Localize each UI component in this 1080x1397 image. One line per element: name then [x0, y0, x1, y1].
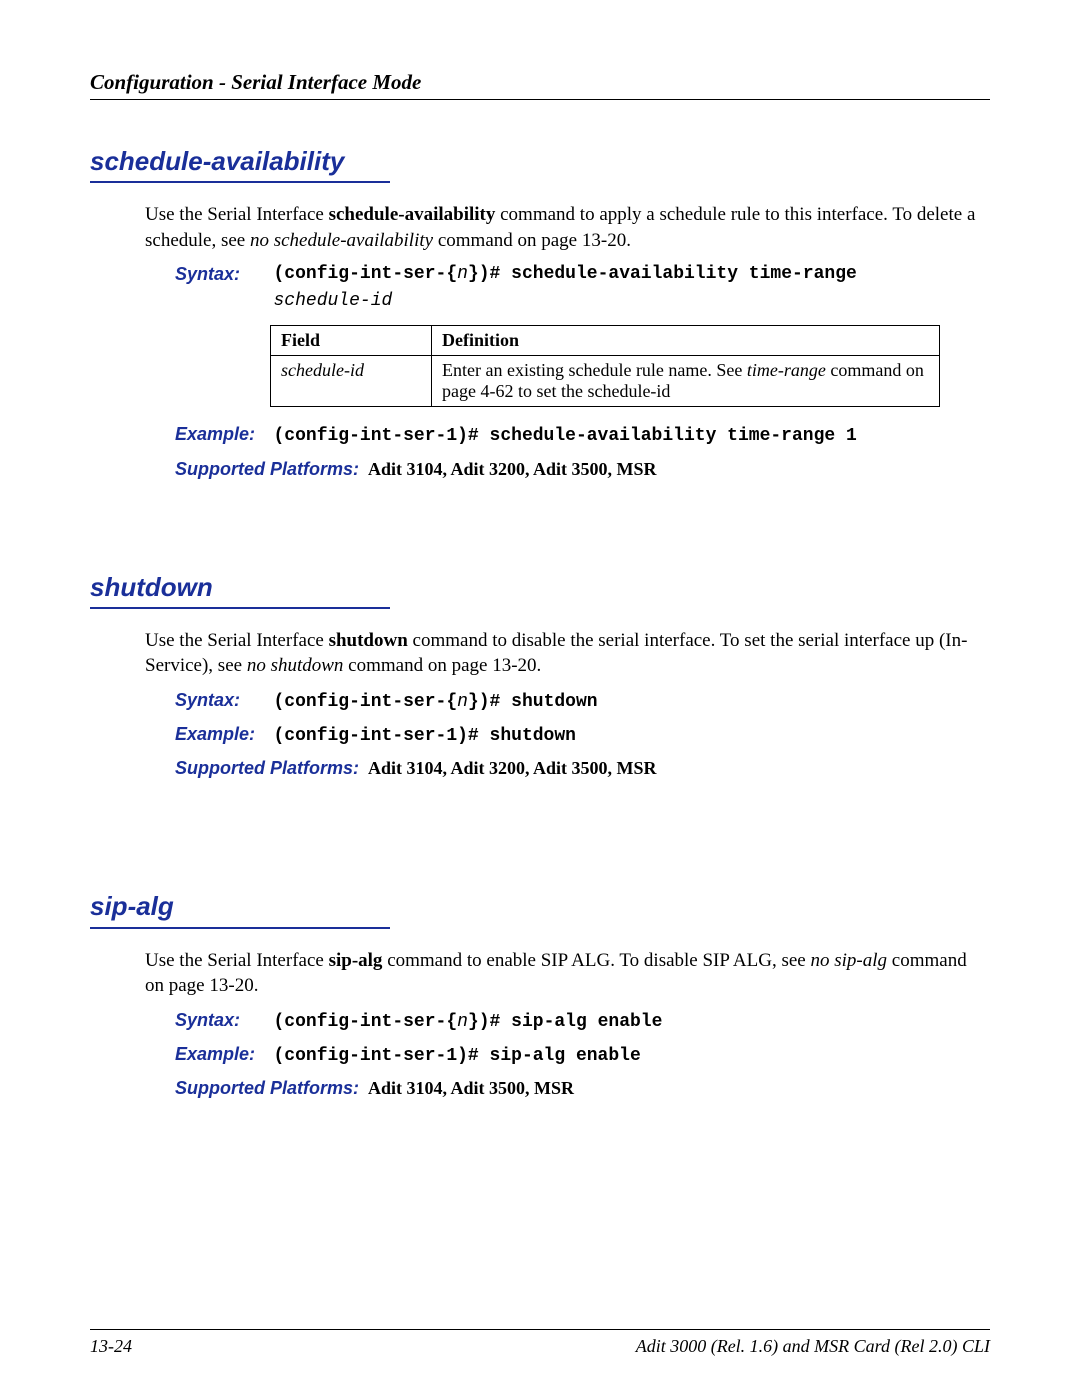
section-description: Use the Serial Interface schedule-availa… [145, 202, 990, 253]
syntax-label: Syntax: [175, 261, 265, 287]
example-text: (config-int-ser-1)# shutdown [274, 726, 576, 746]
section-description: Use the Serial Interface shutdown comman… [145, 628, 990, 679]
header-rule [90, 99, 990, 100]
syntax-label: Syntax: [175, 687, 265, 713]
example-text: (config-int-ser-1)# schedule-availabilit… [274, 426, 857, 446]
parameter-table: Field Definition schedule-id Enter an ex… [270, 325, 940, 407]
platforms-label: Supported Platforms: [175, 1078, 359, 1098]
example-text: (config-int-ser-1)# sip-alg enable [274, 1046, 641, 1066]
platforms-label: Supported Platforms: [175, 758, 359, 778]
table-header-row: Field Definition [271, 326, 940, 356]
footer-line: 13-24 Adit 3000 (Rel. 1.6) and MSR Card … [90, 1336, 990, 1357]
syntax-text: (config-int-ser-{n})# shutdown [274, 692, 598, 712]
section-title: schedule-availability [90, 146, 990, 177]
syntax-text: (config-int-ser-{n})# sip-alg enable [274, 1012, 663, 1032]
section-underline [90, 181, 390, 183]
td-field: schedule-id [271, 356, 432, 407]
page-footer: 13-24 Adit 3000 (Rel. 1.6) and MSR Card … [90, 1329, 990, 1357]
syntax-row: Syntax: (config-int-ser-{n})# schedule-a… [175, 261, 990, 315]
example-label: Example: [175, 721, 265, 747]
section-underline [90, 927, 390, 929]
syntax-row: Syntax: (config-int-ser-{n})# sip-alg en… [175, 1007, 990, 1035]
example-label: Example: [175, 421, 265, 447]
section-title: shutdown [90, 572, 990, 603]
example-row: Example: (config-int-ser-1)# sip-alg ena… [175, 1041, 990, 1069]
platforms-row: Supported Platforms: Adit 3104, Adit 320… [175, 456, 990, 482]
td-definition: Enter an existing schedule rule name. Se… [432, 356, 940, 407]
platforms-row: Supported Platforms: Adit 3104, Adit 320… [175, 755, 990, 781]
syntax-text: (config-int-ser-{n})# schedule-availabil… [274, 261, 857, 315]
example-label: Example: [175, 1041, 265, 1067]
page-header: Configuration - Serial Interface Mode [90, 70, 990, 106]
doc-title: Adit 3000 (Rel. 1.6) and MSR Card (Rel 2… [636, 1336, 990, 1357]
page: Configuration - Serial Interface Mode sc… [0, 0, 1080, 1397]
example-row: Example: (config-int-ser-1)# schedule-av… [175, 421, 990, 449]
example-row: Example: (config-int-ser-1)# shutdown [175, 721, 990, 749]
platforms-label: Supported Platforms: [175, 459, 359, 479]
section-shutdown: shutdown Use the Serial Interface shutdo… [90, 572, 990, 782]
footer-rule [90, 1329, 990, 1330]
table-row: schedule-id Enter an existing schedule r… [271, 356, 940, 407]
section-description: Use the Serial Interface sip-alg command… [145, 948, 990, 999]
syntax-row: Syntax: (config-int-ser-{n})# shutdown [175, 687, 990, 715]
th-field: Field [271, 326, 432, 356]
section-title: sip-alg [90, 891, 990, 922]
platforms-row: Supported Platforms: Adit 3104, Adit 350… [175, 1075, 990, 1101]
th-definition: Definition [432, 326, 940, 356]
header-title: Configuration - Serial Interface Mode [90, 70, 421, 94]
syntax-label: Syntax: [175, 1007, 265, 1033]
section-sip-alg: sip-alg Use the Serial Interface sip-alg… [90, 891, 990, 1101]
page-number: 13-24 [90, 1336, 132, 1357]
section-underline [90, 607, 390, 609]
section-schedule-availability: schedule-availability Use the Serial Int… [90, 146, 990, 482]
